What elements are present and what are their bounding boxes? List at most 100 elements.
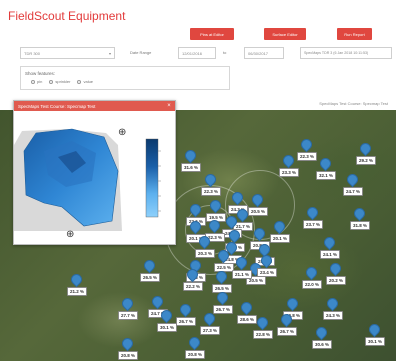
map-pin-icon[interactable] [190, 221, 199, 233]
map-pin-icon[interactable] [301, 139, 310, 151]
map-pin-icon[interactable] [330, 263, 339, 275]
value-tag: 31.6 % [181, 163, 202, 172]
map-pin-icon[interactable] [320, 158, 329, 170]
value-tag: 22.0 % [302, 280, 323, 289]
radio-icon [77, 79, 82, 84]
pins-editor-button[interactable]: Pins at Editor [190, 28, 234, 40]
map-pin-icon[interactable] [190, 204, 199, 216]
map-pin-icon[interactable] [199, 236, 208, 248]
map-pin-icon[interactable] [71, 274, 80, 286]
show-features-title: Show features: [25, 71, 56, 76]
value-tag: 24.7 % [343, 187, 364, 196]
map-pin-icon[interactable] [369, 324, 378, 336]
sensor-select[interactable]: TDR 300 ▾ [20, 47, 115, 59]
to-label: to [223, 50, 227, 55]
map-pin-icon[interactable] [241, 302, 250, 314]
feature-option-pin[interactable]: pin [31, 79, 42, 84]
value-tag: 20.3 % [195, 249, 216, 258]
map-pin-icon[interactable] [232, 192, 241, 204]
date-from-input[interactable]: 12/01/2016 [178, 47, 216, 59]
map-pin-icon[interactable] [307, 207, 316, 219]
map-pin-icon[interactable] [216, 271, 225, 283]
chevron-down-icon: ▾ [108, 50, 111, 56]
value-tag: 23.3 % [279, 168, 300, 177]
map-pin-icon[interactable] [144, 260, 153, 272]
value-tag: 22.8 % [253, 330, 274, 339]
map-pin-icon[interactable] [254, 228, 263, 240]
map-pin-icon[interactable] [161, 310, 170, 322]
feature-option-sprinkler[interactable]: sprinkler [49, 79, 70, 84]
value-tag: 22.3 % [297, 152, 318, 161]
map-pin-icon[interactable] [236, 257, 245, 269]
dataset-select[interactable]: SpecMaps TDR 3 (6 Jan 2018 10:11:53) [300, 47, 392, 59]
surface-editor-button[interactable]: Surface Editor [264, 28, 306, 40]
map-pin-icon[interactable] [210, 200, 219, 212]
map-pin-icon[interactable] [354, 208, 363, 220]
value-tag: 27.3 % [200, 326, 221, 335]
value-tag: 28.6 % [237, 315, 258, 324]
value-tag: 20.2 % [326, 276, 347, 285]
value-tag: 29.2 % [356, 156, 377, 165]
map-pin-icon[interactable] [209, 220, 218, 232]
map-pin-icon[interactable] [152, 296, 161, 308]
heatmap-panel[interactable]: SpecMaps Test Course: Specmap Test × ⊕ ⊕ [13, 100, 176, 245]
map-pin-icon[interactable] [204, 313, 213, 325]
map-pin-icon[interactable] [283, 155, 292, 167]
map-pin-icon[interactable] [316, 327, 325, 339]
map-pin-icon[interactable] [122, 338, 131, 350]
value-tag: 20.5 % [248, 207, 269, 216]
value-tag: 26.7 % [176, 317, 197, 326]
value-tag: 30.6 % [312, 340, 333, 349]
panel-title: SpecMaps Test Course: Specmap Test [18, 103, 96, 109]
map-pin-icon[interactable] [237, 209, 246, 221]
run-report-button[interactable]: Run Report [337, 28, 372, 40]
map-pin-icon[interactable] [287, 298, 296, 310]
map-pin-icon[interactable] [281, 314, 290, 326]
value-tag: 23.7 % [303, 220, 324, 229]
move-icon[interactable]: ⊕ [66, 229, 74, 240]
map-pin-icon[interactable] [327, 298, 336, 310]
value-tag: 20.8 % [185, 350, 206, 359]
map-pin-icon[interactable] [218, 250, 227, 262]
map-pin-icon[interactable] [274, 221, 283, 233]
value-tag: 26.7 % [277, 327, 298, 336]
map-pin-icon[interactable] [122, 298, 131, 310]
value-tag: 20.8 % [118, 351, 139, 360]
map-pin-icon[interactable] [226, 216, 235, 228]
map-pin-icon[interactable] [180, 304, 189, 316]
app-title: FieldScout Equipment [8, 9, 126, 23]
color-legend [145, 138, 159, 218]
map-pin-icon[interactable] [217, 292, 226, 304]
map-pin-icon[interactable] [360, 143, 369, 155]
date-to-input[interactable]: 06/30/2017 [244, 47, 284, 59]
map-pin-icon[interactable] [187, 269, 196, 281]
sensor-select-value: TDR 300 [24, 50, 41, 56]
value-tag: 20.1 % [270, 234, 291, 243]
map-pin-icon[interactable] [347, 174, 356, 186]
surface-plot [14, 128, 161, 231]
map-label: SpecMaps Test Course: Specmap Test [319, 101, 388, 106]
value-tag: 27.7 % [118, 311, 139, 320]
panel-header[interactable]: SpecMaps Test Course: Specmap Test × [14, 101, 175, 111]
close-icon[interactable]: × [165, 102, 173, 110]
value-tag: 21.1 % [232, 270, 253, 279]
map-pin-icon[interactable] [324, 237, 333, 249]
feature-option-value[interactable]: value [77, 79, 93, 84]
value-tag: 30.1 % [157, 323, 178, 332]
date-range-label: Date Range [130, 50, 152, 55]
radio-icon [49, 79, 54, 84]
value-tag: 22.2 % [183, 282, 204, 291]
map-pin-icon[interactable] [185, 150, 194, 162]
move-icon[interactable]: ⊕ [118, 127, 126, 138]
value-tag: 24.1 % [320, 250, 341, 259]
map-pin-icon[interactable] [205, 174, 214, 186]
map-pin-icon[interactable] [306, 267, 315, 279]
map-pin-icon[interactable] [189, 337, 198, 349]
map-pin-icon[interactable] [257, 317, 266, 329]
show-features-box: Show features: pin sprinkler value [20, 66, 230, 90]
map-pin-icon[interactable] [261, 255, 270, 267]
value-tag: 22.3 % [201, 187, 222, 196]
map-pin-icon[interactable] [229, 230, 238, 242]
map-pin-icon[interactable] [252, 194, 261, 206]
value-tag: 21.2 % [67, 287, 88, 296]
